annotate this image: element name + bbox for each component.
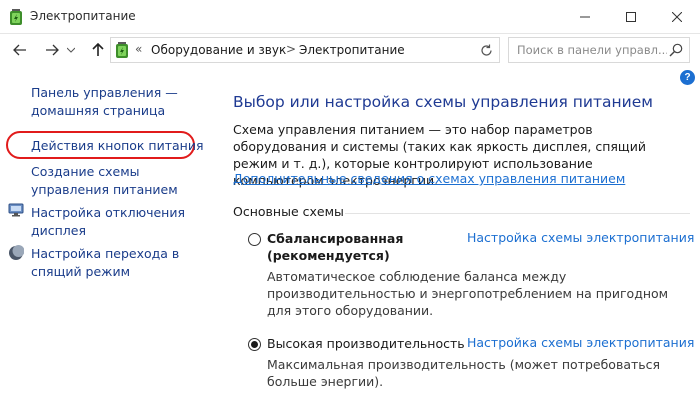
up-button[interactable]: [86, 38, 110, 62]
breadcrumb-power-options[interactable]: Электропитание: [299, 43, 405, 57]
more-info-link[interactable]: Дополнительные сведения о схемах управле…: [233, 171, 625, 186]
refresh-icon: [480, 44, 492, 56]
plan-balanced-description: Автоматическое соблюдение баланса между …: [267, 269, 669, 318]
sleep-settings-link[interactable]: Настройка перехода в спящий режим: [31, 245, 211, 281]
title-bar: Электропитание: [0, 0, 700, 34]
turn-off-display-link[interactable]: Настройка отключения дисплея: [31, 204, 211, 240]
plan-balanced-radio[interactable]: [248, 233, 261, 246]
section-label: Основные схемы: [233, 204, 344, 219]
maximize-icon: [626, 12, 636, 22]
minimize-icon: [580, 16, 590, 18]
minimize-button[interactable]: [562, 0, 608, 34]
maximize-button[interactable]: [608, 0, 654, 34]
battery-icon: [115, 42, 129, 58]
arrow-up-icon: [92, 43, 104, 56]
monitor-icon: [8, 202, 24, 218]
forward-button[interactable]: [40, 38, 64, 62]
arrow-right-icon: [46, 44, 59, 56]
create-power-plan-link[interactable]: Создание схемы управления питанием: [31, 163, 211, 199]
navigation-bar: « Оборудование и звук > Электропитание П…: [0, 34, 700, 66]
window-title: Электропитание: [30, 9, 136, 23]
back-button[interactable]: [8, 38, 32, 62]
search-box[interactable]: Поиск в панели управл...: [508, 37, 690, 63]
close-icon: [672, 12, 682, 22]
plan-high-performance-name[interactable]: Высокая производительность: [267, 335, 465, 352]
refresh-button[interactable]: [477, 41, 495, 59]
page-title: Выбор или настройка схемы управления пит…: [233, 93, 653, 111]
search-input[interactable]: Поиск в панели управл...: [517, 43, 667, 57]
plan-high-performance-settings-link[interactable]: Настройка схемы электропитания: [467, 335, 694, 350]
close-button[interactable]: [654, 0, 700, 34]
address-bar[interactable]: « Оборудование и звук > Электропитание: [110, 37, 581, 63]
main-content: Выбор или настройка схемы управления пит…: [215, 66, 700, 404]
plan-balanced-settings-link[interactable]: Настройка схемы электропитания: [467, 230, 694, 245]
moon-icon: [8, 245, 25, 261]
left-navigation: Панель управления — домашняя страница Де…: [0, 66, 215, 404]
breadcrumb-hardware-sound[interactable]: Оборудование и звук: [151, 43, 286, 57]
breadcrumb-overflow[interactable]: «: [135, 42, 142, 56]
control-panel-home-link[interactable]: Панель управления — домашняя страница: [31, 84, 211, 120]
section-divider: [345, 213, 690, 214]
search-icon[interactable]: [669, 43, 683, 60]
plan-high-performance-description: Максимальная производительность (может п…: [267, 357, 661, 389]
plan-balanced-name-sub[interactable]: (рекомендуется): [267, 247, 390, 264]
battery-icon: [9, 9, 23, 25]
arrow-left-icon: [13, 44, 26, 56]
plan-high-performance-radio[interactable]: [248, 338, 261, 351]
breadcrumb-separator: >: [286, 42, 297, 56]
chevron-down-icon: [67, 47, 75, 53]
power-buttons-action-link[interactable]: Действия кнопок питания: [31, 137, 211, 155]
recent-locations-button[interactable]: [64, 38, 78, 62]
plan-balanced-name[interactable]: Сбалансированная: [267, 230, 403, 247]
